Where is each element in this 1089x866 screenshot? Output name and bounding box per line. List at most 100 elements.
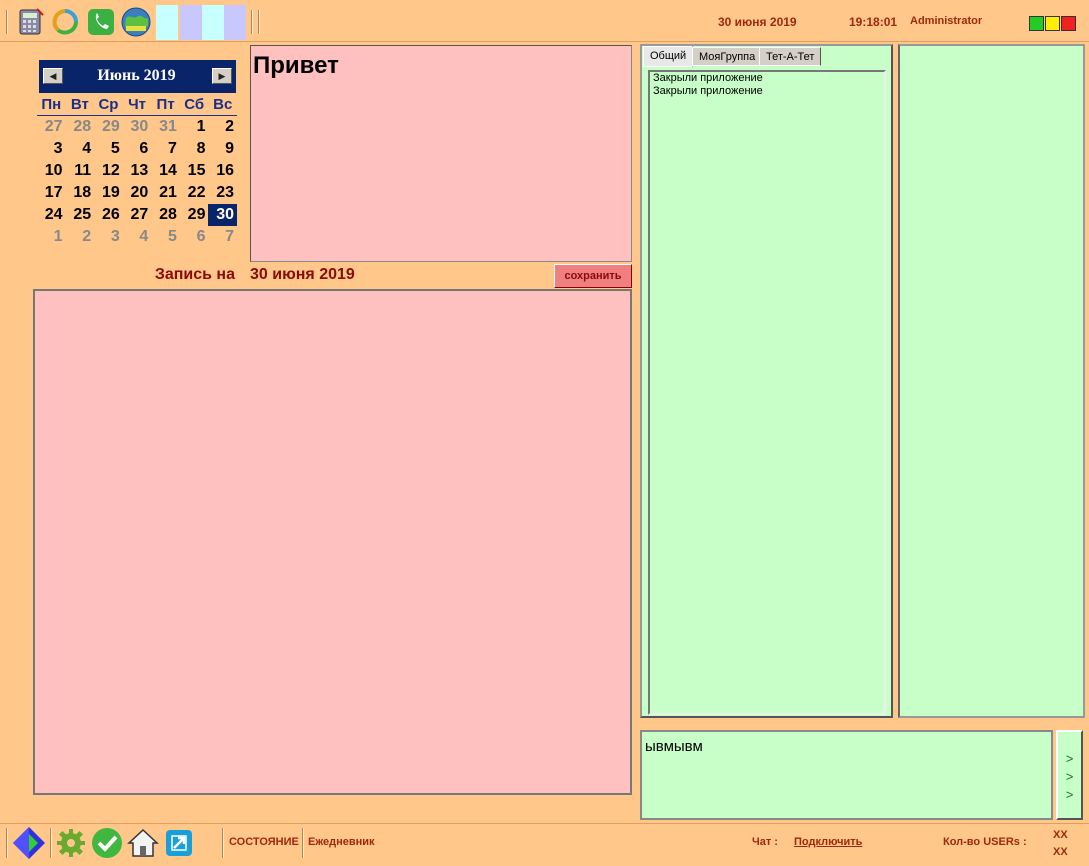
calendar-day[interactable]: 5 [151, 226, 180, 248]
calendar-day[interactable]: 7 [151, 138, 180, 160]
checkmark-icon[interactable] [90, 826, 124, 860]
calendar-day[interactable]: 2 [66, 226, 95, 248]
gear-icon[interactable] [54, 826, 88, 860]
diamond-icon[interactable] [12, 826, 46, 860]
calendar-day-selected[interactable]: 30 [208, 204, 238, 226]
calendar-day[interactable]: 13 [123, 160, 152, 182]
calendar-day[interactable]: 15 [180, 160, 209, 182]
save-button[interactable]: сохранить [554, 264, 632, 288]
calendar-day[interactable]: 3 [94, 226, 123, 248]
triangle-right-icon: ▶ [218, 70, 226, 81]
left-stripe [0, 43, 30, 823]
toolbar-grip[interactable] [258, 10, 260, 34]
calendar-weekday: Чт [122, 94, 152, 116]
calendar-day[interactable]: 19 [94, 182, 123, 204]
calendar-day[interactable]: 5 [94, 138, 123, 160]
calendar-day[interactable]: 10 [37, 160, 66, 182]
calendar-day[interactable]: 24 [37, 204, 66, 226]
calendar-day[interactable]: 22 [180, 182, 209, 204]
calendar-day[interactable]: 25 [66, 204, 95, 226]
calendar-day[interactable]: 1 [180, 116, 209, 138]
recycle-icon[interactable] [49, 6, 81, 38]
chat-message: Закрыли приложение [653, 85, 763, 97]
calendar-grid: Пн Вт Ср Чт Пт Сб Вс 27 28 29 30 31 1 2 3 4 5 6 7 8 9 10 11 12 1… [37, 94, 238, 248]
red-light-icon[interactable] [1061, 16, 1076, 31]
calendar-week-row: 17 18 19 20 21 22 23 [37, 182, 237, 204]
calendar-week-row: 10 11 12 13 14 15 16 [37, 160, 237, 182]
chat-label: Чат : [752, 836, 778, 848]
calendar-day[interactable]: 17 [37, 182, 66, 204]
calendar-day[interactable]: 14 [151, 160, 180, 182]
calendar-day[interactable]: 18 [66, 182, 95, 204]
tab-my-group[interactable]: МояГруппа [692, 47, 763, 66]
calculator-icon[interactable] [14, 6, 46, 38]
send-button[interactable]: > > > [1056, 730, 1083, 820]
toolbar-empty-slot[interactable] [202, 5, 224, 40]
entry-date: 30 июня 2019 [250, 266, 355, 283]
exit-icon[interactable] [162, 826, 196, 860]
phone-icon[interactable] [85, 6, 117, 38]
green-light-icon[interactable] [1029, 16, 1044, 31]
calendar-day[interactable]: 23 [208, 182, 237, 204]
toolbar-empty-slot[interactable] [180, 5, 202, 40]
toolbar-grip[interactable] [251, 10, 253, 34]
calendar-day[interactable]: 27 [37, 116, 66, 138]
calendar-day[interactable]: 29 [94, 116, 123, 138]
tab-private[interactable]: Тет-А-Тет [759, 47, 822, 66]
users-count-label: Кол-во USERs : [943, 836, 1027, 848]
toolbar-empty-slot[interactable] [156, 5, 178, 40]
calendar-day[interactable]: 2 [208, 116, 237, 138]
triangle-left-icon: ◀ [49, 70, 57, 81]
tab-general[interactable]: Общий [643, 46, 694, 67]
calendar-day[interactable]: 16 [208, 160, 237, 182]
calendar-day[interactable]: 9 [208, 138, 237, 160]
calendar-day[interactable]: 26 [94, 204, 123, 226]
calendar-day[interactable]: 29 [180, 204, 209, 226]
entry-textarea[interactable] [33, 289, 632, 795]
calendar-day[interactable]: 30 [123, 116, 152, 138]
chat-message: Закрыли приложение [653, 72, 763, 84]
connect-link[interactable]: Подключить [794, 836, 862, 848]
calendar-day[interactable]: 7 [208, 226, 237, 248]
state-label[interactable]: СОСТОЯНИЕ [229, 836, 299, 848]
calendar-weekday: Пт [151, 94, 180, 116]
calendar-day[interactable]: 11 [66, 160, 95, 182]
calendar-week-row: 27 28 29 30 31 1 2 [37, 116, 237, 138]
calendar-prev-button[interactable]: ◀ [43, 68, 63, 84]
calendar-day[interactable]: 21 [151, 182, 180, 204]
users-list[interactable] [898, 44, 1085, 718]
toolbar-separator [50, 828, 52, 858]
calendar-weekday-row: Пн Вт Ср Чт Пт Сб Вс [37, 94, 238, 116]
chat-input-text: ывмывм [645, 738, 703, 755]
calendar-day[interactable]: 3 [37, 138, 66, 160]
calendar-day[interactable]: 6 [123, 138, 152, 160]
calendar-weekday: Вс [208, 94, 238, 116]
calendar-day[interactable]: 6 [180, 226, 209, 248]
calendar-week-row: 24 25 26 27 28 29 30 [37, 204, 238, 226]
calendar-day[interactable]: 12 [94, 160, 123, 182]
calendar-day[interactable]: 31 [151, 116, 180, 138]
toolbar-grip[interactable] [6, 10, 8, 34]
toolbar-separator [222, 828, 224, 858]
current-date: 30 июня 2019 [718, 15, 797, 29]
calendar-next-button[interactable]: ▶ [212, 68, 232, 84]
chat-message-list[interactable]: Закрыли приложение Закрыли приложение [648, 70, 886, 715]
calendar-day[interactable]: 4 [66, 138, 95, 160]
toolbar-empty-slot[interactable] [224, 5, 246, 40]
calendar-weekday: Пн [37, 94, 66, 116]
current-user: Administrator [910, 15, 983, 27]
home-icon[interactable] [126, 826, 160, 860]
calendar-day[interactable]: 1 [37, 226, 66, 248]
calendar-day[interactable]: 4 [123, 226, 152, 248]
diary-label[interactable]: Ежедневник [308, 836, 375, 848]
calendar-day[interactable]: 20 [123, 182, 152, 204]
calendar-day[interactable]: 8 [180, 138, 209, 160]
yellow-light-icon[interactable] [1045, 16, 1060, 31]
calendar-day[interactable]: 28 [151, 204, 180, 226]
users-count-value: XX [1053, 846, 1068, 858]
calendar-day[interactable]: 28 [66, 116, 95, 138]
globe-icon[interactable] [120, 6, 152, 38]
toolbar-grip[interactable] [6, 828, 8, 858]
calendar-day[interactable]: 27 [123, 204, 152, 226]
calendar-month-title: Июнь 2019 [97, 67, 176, 84]
